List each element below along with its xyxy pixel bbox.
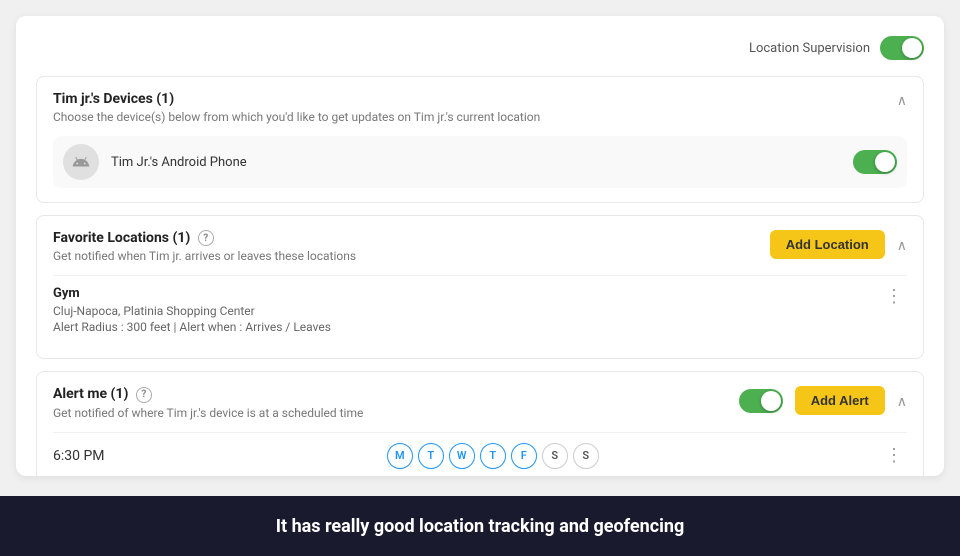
favorite-locations-title-text: Favorite Locations (1) [53, 230, 190, 246]
favorite-locations-section: Favorite Locations (1) ? Get notified wh… [36, 215, 924, 359]
alert-me-actions: Add Alert ∧ [739, 386, 907, 415]
day-monday[interactable]: M [387, 443, 413, 469]
day-saturday[interactable]: S [542, 443, 568, 469]
alert-me-section: Alert me (1) ? Get notified of where Tim… [36, 371, 924, 476]
favorite-locations-header: Favorite Locations (1) ? Get notified wh… [53, 230, 907, 263]
alert-me-title: Alert me (1) ? [53, 386, 739, 402]
favorite-locations-chevron-icon[interactable]: ∧ [897, 238, 907, 254]
location-menu-icon[interactable]: ⋮ [881, 286, 907, 307]
location-alert: Alert Radius : 300 feet | Alert when : A… [53, 320, 331, 334]
alert-time: 6:30 PM [53, 448, 105, 464]
devices-section-header: Tim jr.'s Devices (1) Choose the device(… [53, 91, 907, 124]
alert-me-left: Alert me (1) ? Get notified of where Tim… [53, 386, 739, 419]
location-supervision-label: Location Supervision [749, 41, 870, 56]
device-toggle[interactable] [853, 150, 897, 174]
alert-me-toggle[interactable] [739, 389, 783, 413]
favorite-locations-left: Favorite Locations (1) ? Get notified wh… [53, 230, 770, 263]
alert-me-help-icon[interactable]: ? [136, 387, 152, 403]
devices-chevron-icon[interactable]: ∧ [897, 93, 907, 109]
day-friday[interactable]: F [511, 443, 537, 469]
day-wednesday[interactable]: W [449, 443, 475, 469]
favorite-locations-help-icon[interactable]: ? [198, 230, 214, 246]
device-icon [63, 144, 99, 180]
day-tuesday[interactable]: T [418, 443, 444, 469]
devices-section: Tim jr.'s Devices (1) Choose the device(… [36, 76, 924, 203]
alert-menu-icon[interactable]: ⋮ [881, 445, 907, 466]
top-bar: Location Supervision [36, 36, 924, 60]
location-supervision-toggle[interactable] [880, 36, 924, 60]
add-alert-button[interactable]: Add Alert [795, 386, 885, 415]
alert-me-subtitle: Get notified of where Tim jr.'s device i… [53, 406, 739, 420]
days-row: M T W T F S S [387, 443, 599, 469]
add-location-button[interactable]: Add Location [770, 230, 885, 259]
day-thursday[interactable]: T [480, 443, 506, 469]
location-details: Gym Cluj-Napoca, Platinia Shopping Cente… [53, 286, 331, 334]
banner-text: It has really good location tracking and… [276, 516, 685, 537]
alert-me-header: Alert me (1) ? Get notified of where Tim… [53, 386, 907, 419]
alert-time-row: 6:30 PM M T W T F S S ⋮ [53, 432, 907, 469]
device-name: Tim Jr.'s Android Phone [111, 155, 853, 170]
favorite-locations-actions: Add Location ∧ [770, 230, 907, 259]
devices-section-left: Tim jr.'s Devices (1) Choose the device(… [53, 91, 540, 124]
devices-section-subtitle: Choose the device(s) below from which yo… [53, 110, 540, 124]
android-icon [72, 153, 90, 171]
devices-section-title: Tim jr.'s Devices (1) [53, 91, 540, 107]
location-name: Gym [53, 286, 331, 301]
device-item: Tim Jr.'s Android Phone [53, 136, 907, 188]
day-sunday[interactable]: S [573, 443, 599, 469]
location-address: Cluj-Napoca, Platinia Shopping Center [53, 304, 331, 318]
bottom-banner: It has really good location tracking and… [0, 496, 960, 556]
alert-me-chevron-icon[interactable]: ∧ [897, 394, 907, 410]
favorite-locations-subtitle: Get notified when Tim jr. arrives or lea… [53, 249, 770, 263]
favorite-locations-title: Favorite Locations (1) ? [53, 230, 770, 246]
location-item: Gym Cluj-Napoca, Platinia Shopping Cente… [53, 275, 907, 344]
alert-me-title-text: Alert me (1) [53, 386, 128, 402]
